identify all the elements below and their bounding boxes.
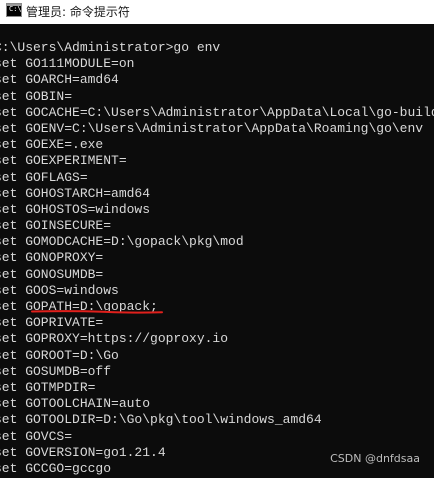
console-line: set GOCACHE=C:\Users\Administrator\AppDa… [0, 104, 434, 120]
console-output[interactable]: C:\Users\Administrator>go env set GO111MO… [0, 40, 434, 478]
console-line: set GOVCS= [0, 428, 73, 444]
console-line: set GO111MODULE=on [0, 56, 135, 72]
console-line: set GOARCH=amd64 [0, 72, 119, 88]
console-line: set GOHOSTARCH=amd64 [0, 185, 151, 201]
console-line: set GOPRIVATE= [0, 315, 104, 331]
console-line: set GONOSUMDB= [0, 266, 104, 282]
console-line: set GOENV=C:\Users\Administrator\AppData… [0, 120, 424, 136]
console-line: set GOHOSTOS=windows [0, 201, 151, 217]
console-line: set GOEXE=.exe [0, 137, 104, 153]
watermark: CSDN @dnfdsaa [330, 452, 420, 465]
console-line: set GOTMPDIR= [0, 379, 96, 395]
window-title: 管理员: 命令提示符 [26, 5, 130, 19]
red-underline-annotation [31, 310, 163, 314]
console-line: set GOTOOLCHAIN=auto [0, 396, 151, 412]
console-line: set GONOPROXY= [0, 250, 104, 266]
console-line: set GOROOT=D:\Go [0, 347, 119, 363]
console-line: set GOMODCACHE=D:\gopack\pkg\mod [0, 234, 244, 250]
prompt-command-line: C:\Users\Administrator>go env [0, 40, 221, 55]
console-line: set GOEXPERIMENT= [0, 153, 127, 169]
console-line: set GOBIN= [0, 88, 73, 104]
console-line: set GOTOOLDIR=D:\Go\pkg\tool\windows_amd… [0, 412, 322, 428]
console-line: set GOFLAGS= [0, 169, 88, 185]
console-line: set GOINSECURE= [0, 218, 112, 234]
cmd-icon: C:\ [6, 3, 22, 17]
console-line: set GOPROXY=https://goproxy.io [0, 331, 229, 347]
console-line: set GOSUMDB=off [0, 363, 112, 379]
title-bar[interactable]: C:\ 管理员: 命令提示符 [0, 0, 434, 24]
console-line: set GOOS=windows [0, 282, 119, 298]
console-window: C:\ 管理员: 命令提示符 C:\Users\Administrator>go… [0, 0, 434, 478]
